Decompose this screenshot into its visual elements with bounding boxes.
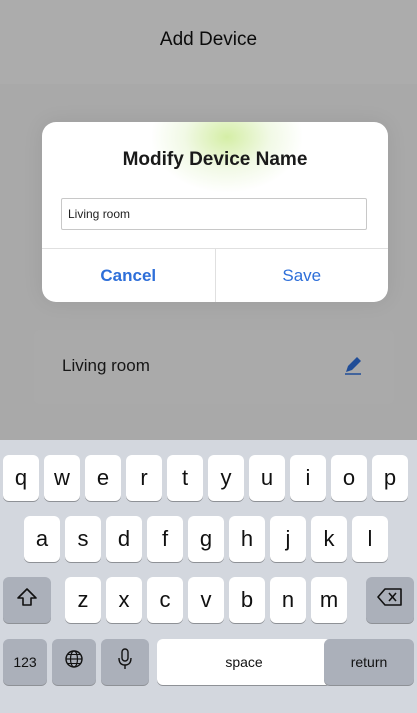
key-p[interactable]: p <box>372 455 408 501</box>
globe-icon <box>63 648 85 676</box>
device-row[interactable]: Living room <box>34 330 394 404</box>
key-o[interactable]: o <box>331 455 367 501</box>
key-w[interactable]: w <box>44 455 80 501</box>
key-j[interactable]: j <box>270 516 306 562</box>
key-n[interactable]: n <box>270 577 306 623</box>
dialog-title: Modify Device Name <box>122 149 308 170</box>
page-title: Add Device <box>159 29 258 50</box>
key-e[interactable]: e <box>85 455 121 501</box>
backspace-icon <box>377 587 403 613</box>
keyboard: q w e r t y u i o p a s d f g h j k l z … <box>0 440 417 713</box>
key-x[interactable]: x <box>106 577 142 623</box>
save-button[interactable]: Save <box>216 249 389 302</box>
key-m[interactable]: m <box>311 577 347 623</box>
device-name-label: Living room <box>62 356 150 375</box>
key-l[interactable]: l <box>352 516 388 562</box>
cancel-button[interactable]: Cancel <box>42 249 215 302</box>
screen: Add Device Living room Modify Device Nam… <box>0 0 417 713</box>
key-v[interactable]: v <box>188 577 224 623</box>
microphone-key[interactable] <box>101 639 149 685</box>
pencil-icon[interactable] <box>342 354 364 376</box>
key-h[interactable]: h <box>229 516 265 562</box>
microphone-icon <box>115 647 135 677</box>
shift-icon <box>16 586 38 614</box>
key-q[interactable]: q <box>3 455 39 501</box>
nav-bar: Add Device <box>0 0 417 84</box>
key-t[interactable]: t <box>167 455 203 501</box>
return-key[interactable]: return <box>324 639 414 685</box>
key-d[interactable]: d <box>106 516 142 562</box>
key-b[interactable]: b <box>229 577 265 623</box>
key-a[interactable]: a <box>24 516 60 562</box>
key-i[interactable]: i <box>290 455 326 501</box>
key-u[interactable]: u <box>249 455 285 501</box>
device-name-input[interactable] <box>61 198 367 230</box>
modify-name-dialog: Modify Device Name Cancel Save <box>42 122 388 302</box>
numbers-key[interactable]: 123 <box>3 639 47 685</box>
globe-key[interactable] <box>52 639 96 685</box>
key-r[interactable]: r <box>126 455 162 501</box>
key-z[interactable]: z <box>65 577 101 623</box>
space-key[interactable]: space <box>157 639 331 685</box>
shift-key[interactable] <box>3 577 51 623</box>
key-y[interactable]: y <box>208 455 244 501</box>
dialog-button-row: Cancel Save <box>42 248 388 302</box>
key-s[interactable]: s <box>65 516 101 562</box>
backspace-key[interactable] <box>366 577 414 623</box>
key-g[interactable]: g <box>188 516 224 562</box>
key-k[interactable]: k <box>311 516 347 562</box>
key-c[interactable]: c <box>147 577 183 623</box>
key-f[interactable]: f <box>147 516 183 562</box>
